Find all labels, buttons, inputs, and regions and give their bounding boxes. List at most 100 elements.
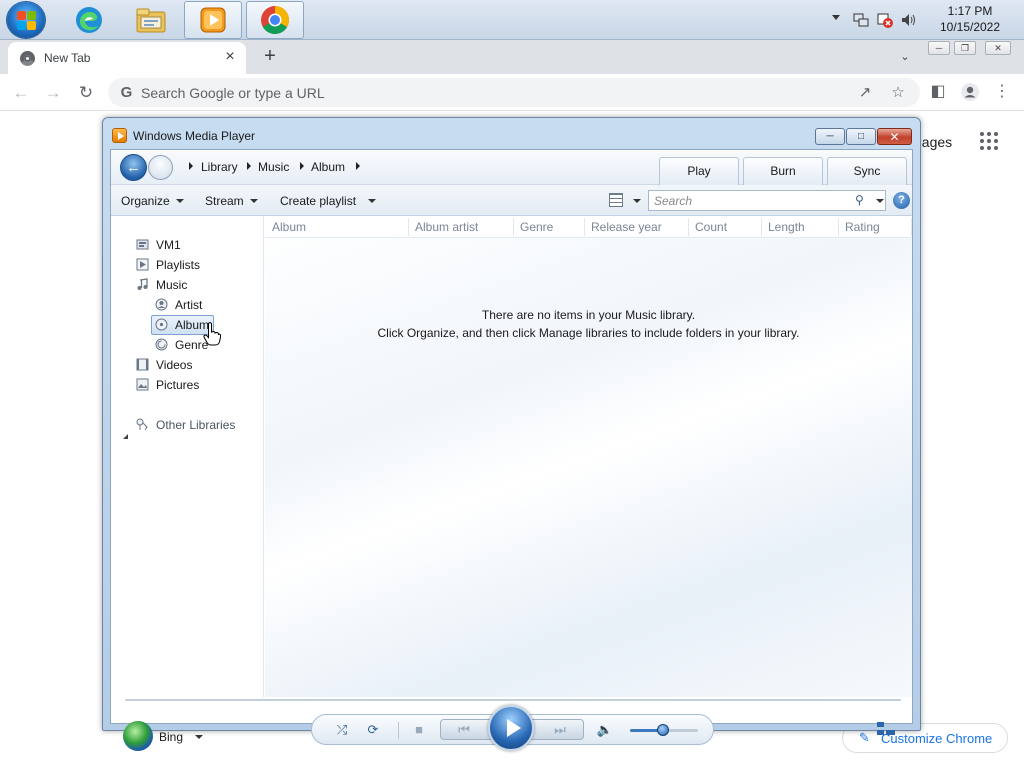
clock[interactable]: 1:17 PM 10/15/2022: [938, 3, 1002, 35]
shuffle-icon[interactable]: ⤮: [333, 721, 351, 739]
column-genre[interactable]: Genre: [520, 220, 553, 234]
windows-start-button[interactable]: [7, 2, 45, 38]
nav-item-label: Pictures: [156, 378, 200, 392]
windows-logo-green: [27, 11, 36, 20]
stream-menu[interactable]: Stream: [205, 194, 244, 208]
create-playlist-menu[interactable]: Create playlist: [280, 194, 356, 208]
nav-item-vm1[interactable]: VM1: [136, 236, 196, 254]
help-icon[interactable]: ?: [893, 192, 910, 209]
back-arrow-icon[interactable]: ←: [8, 80, 34, 106]
column-divider[interactable]: [688, 218, 689, 236]
bing-chevron-down-icon[interactable]: [195, 735, 203, 739]
repeat-icon[interactable]: ⟳: [364, 721, 382, 739]
share-icon[interactable]: ↗: [855, 83, 875, 103]
omnibox[interactable]: G Search Google or type a URL ↗ ☆: [108, 78, 920, 107]
search-chevron-down-icon[interactable]: [876, 199, 884, 203]
nav-item-other-libraries[interactable]: Other Libraries: [136, 416, 246, 434]
column-divider[interactable]: [911, 218, 912, 236]
action-center-icon[interactable]: [876, 11, 894, 29]
nav-item-playlists[interactable]: Playlists: [136, 256, 216, 274]
breadcrumb-chevron-icon[interactable]: [247, 162, 251, 170]
reload-icon[interactable]: ↻: [73, 80, 99, 106]
forward-arrow-icon[interactable]: →: [40, 80, 66, 106]
column-header-row: Album Album artist Genre Release year Co…: [265, 216, 912, 238]
tab-burn[interactable]: Burn: [743, 157, 823, 185]
nav-item-music[interactable]: Music: [136, 276, 206, 294]
new-tab-button[interactable]: +: [256, 45, 284, 69]
other-libraries-icon: [136, 418, 148, 431]
wmp-command-bar: Organize Stream Create playlist Search ⚲…: [111, 185, 912, 216]
nav-item-pictures[interactable]: Pictures: [136, 376, 211, 394]
volume-icon[interactable]: [900, 11, 918, 29]
taskbar-chrome-button[interactable]: [246, 1, 304, 39]
google-apps-icon[interactable]: [980, 132, 1000, 152]
chrome-tab-strip: New Tab × + ⌄ ─ ❐ ✕: [0, 40, 1024, 74]
tab-new-tab[interactable]: New Tab ×: [8, 42, 246, 74]
column-count[interactable]: Count: [695, 220, 727, 234]
organize-menu[interactable]: Organize: [121, 194, 170, 208]
search-icon[interactable]: ⚲: [855, 193, 864, 207]
next-track-icon[interactable]: ⏭: [551, 721, 569, 739]
mute-speaker-icon[interactable]: 🔈: [596, 721, 614, 739]
pictures-icon: [136, 378, 149, 391]
bookmark-star-icon[interactable]: ☆: [888, 83, 908, 103]
tab-play[interactable]: Play: [659, 157, 739, 185]
nav-item-artist[interactable]: Artist: [155, 296, 215, 314]
breadcrumb-library[interactable]: Library: [201, 160, 238, 174]
breadcrumb-chevron-icon[interactable]: [356, 162, 360, 170]
breadcrumb-chevron-icon[interactable]: [189, 162, 193, 170]
videos-icon: [136, 358, 149, 371]
music-expander-triangle-icon[interactable]: [123, 434, 128, 439]
network-icon[interactable]: [852, 11, 870, 29]
pencil-icon: ✎: [859, 730, 870, 745]
wmp-back-button[interactable]: ←: [120, 154, 147, 181]
column-divider[interactable]: [838, 218, 839, 236]
side-panel-icon[interactable]: ◧: [925, 79, 951, 105]
taskbar-edge-button[interactable]: [60, 1, 118, 39]
chrome-favicon-icon: [20, 51, 35, 66]
taskbar-explorer-button[interactable]: [122, 1, 180, 39]
chrome-menu-icon[interactable]: ⋮: [989, 79, 1015, 105]
nav-item-videos[interactable]: Videos: [136, 356, 206, 374]
profile-avatar-icon[interactable]: [957, 79, 983, 105]
wmp-maximize-button[interactable]: □: [846, 128, 876, 145]
seek-bar[interactable]: [125, 699, 901, 701]
wmp-forward-button[interactable]: [148, 155, 173, 180]
tab-sync[interactable]: Sync: [827, 157, 907, 185]
column-divider[interactable]: [408, 218, 409, 236]
create-playlist-chevron-down-icon[interactable]: [368, 199, 376, 203]
previous-track-icon[interactable]: ⏮: [455, 721, 473, 739]
column-length[interactable]: Length: [768, 220, 805, 234]
chrome-restore-button[interactable]: ❐: [954, 41, 976, 55]
volume-slider-thumb[interactable]: [657, 724, 669, 736]
wmp-minimize-button[interactable]: ─: [815, 128, 845, 145]
column-album-artist[interactable]: Album artist: [415, 220, 478, 234]
column-divider[interactable]: [761, 218, 762, 236]
taskbar-wmp-button[interactable]: [184, 1, 242, 39]
breadcrumb-music[interactable]: Music: [258, 160, 289, 174]
organize-chevron-down-icon[interactable]: [176, 199, 184, 203]
column-release-year[interactable]: Release year: [591, 220, 662, 234]
switch-to-now-playing-icon[interactable]: [877, 722, 895, 736]
tab-close-icon[interactable]: ×: [220, 47, 240, 67]
play-button[interactable]: [488, 705, 534, 751]
tab-search-chevron-down-icon[interactable]: ⌄: [896, 50, 914, 66]
breadcrumb-album[interactable]: Album: [311, 160, 345, 174]
stream-chevron-down-icon[interactable]: [250, 199, 258, 203]
column-album[interactable]: Album: [272, 220, 306, 234]
view-options-chevron-down-icon[interactable]: [633, 199, 641, 203]
column-rating[interactable]: Rating: [845, 220, 880, 234]
bing-search-provider[interactable]: Bing: [123, 721, 243, 753]
show-hidden-icons-icon[interactable]: [832, 15, 840, 20]
hand-cursor-icon: [203, 322, 221, 346]
breadcrumb-chevron-icon[interactable]: [300, 162, 304, 170]
stop-icon[interactable]: ■: [410, 721, 428, 739]
chrome-minimize-button[interactable]: ─: [928, 41, 950, 55]
column-divider[interactable]: [584, 218, 585, 236]
column-divider[interactable]: [513, 218, 514, 236]
back-arrow-icon: ←: [126, 159, 141, 176]
chrome-close-button[interactable]: ✕: [985, 41, 1011, 55]
library-search-input[interactable]: Search ⚲: [648, 190, 886, 211]
view-options-icon[interactable]: [609, 193, 623, 207]
wmp-close-button[interactable]: ✕: [877, 128, 912, 145]
